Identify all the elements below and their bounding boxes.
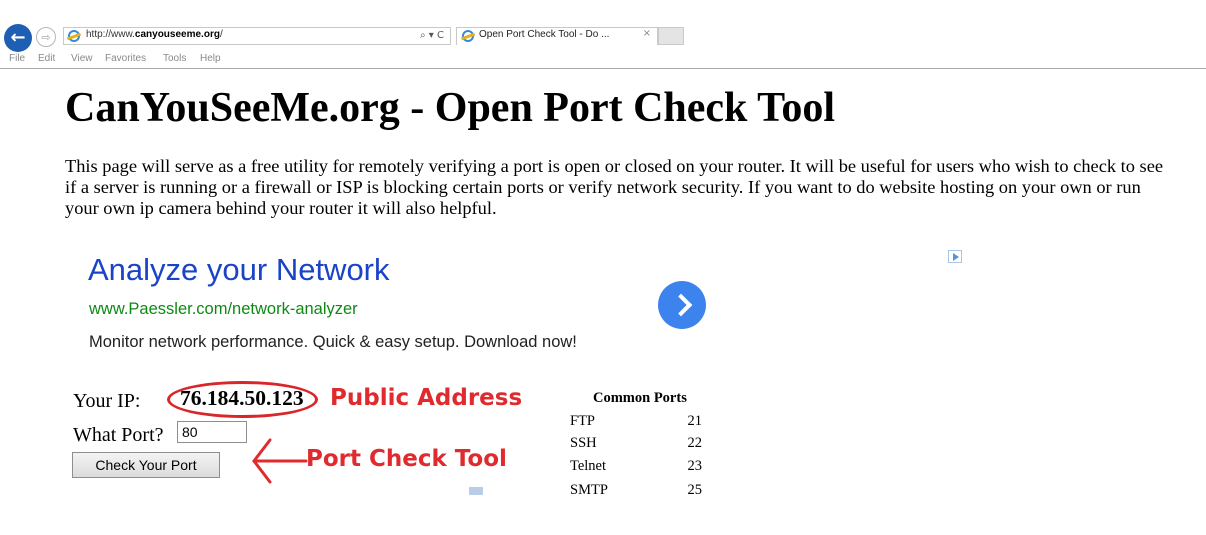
url-text[interactable]: http://www.canyouseeme.org/: [86, 29, 223, 40]
port-name: FTP: [570, 413, 595, 429]
ad-description: Monitor network performance. Quick & eas…: [89, 333, 577, 351]
page-title: CanYouSeeMe.org - Open Port Check Tool: [65, 85, 835, 131]
intro-text: This page will serve as a free utility f…: [65, 156, 1164, 218]
forward-button[interactable]: ⇨: [36, 27, 56, 47]
close-tab-icon[interactable]: ×: [643, 28, 651, 39]
port-row: Telnet 23: [570, 458, 702, 480]
adchoices-icon[interactable]: [948, 250, 962, 263]
port-number: 25: [687, 482, 703, 495]
common-ports-table: FTP 21 SSH 22 Telnet 23 SMTP 25: [570, 410, 720, 495]
ip-highlight-circle: [167, 381, 318, 418]
url-prefix: http://www.: [86, 29, 135, 40]
tab-ie-icon: [462, 30, 474, 42]
common-ports-title: Common Ports: [593, 390, 687, 406]
tab-open-port-check[interactable]: Open Port Check Tool - Do ... ×: [456, 27, 658, 45]
port-row: SMTP 25: [570, 482, 702, 495]
adchoices-small-icon[interactable]: [469, 487, 483, 495]
ad-headline[interactable]: Analyze your Network: [88, 252, 390, 288]
menu-file[interactable]: File: [9, 53, 25, 64]
port-row: SSH 22: [570, 435, 702, 457]
port-row: FTP 21: [570, 413, 702, 435]
port-check-tool-annotation: Port Check Tool: [306, 446, 507, 472]
port-number: 22: [687, 435, 703, 451]
address-bar[interactable]: http://www.canyouseeme.org/ ⌕ ▾ C: [63, 27, 451, 45]
port-name: Telnet: [570, 458, 607, 474]
menu-favorites[interactable]: Favorites: [105, 53, 146, 64]
ad-go-arrow-icon[interactable]: [658, 281, 706, 329]
back-button[interactable]: ←: [4, 24, 32, 52]
annotation-arrow-icon: [252, 438, 308, 484]
tab-title: Open Port Check Tool - Do ...: [479, 29, 610, 40]
port-name: SMTP: [570, 482, 608, 495]
new-tab-button[interactable]: [658, 27, 684, 45]
port-number: 23: [687, 458, 703, 474]
menu-help[interactable]: Help: [200, 53, 221, 64]
search-refresh-icons[interactable]: ⌕ ▾ C: [420, 28, 444, 44]
port-label: What Port?: [73, 424, 164, 446]
url-suffix: /: [219, 29, 223, 40]
check-port-button[interactable]: Check Your Port: [72, 452, 220, 478]
menu-edit[interactable]: Edit: [38, 53, 55, 64]
menu-view[interactable]: View: [71, 53, 93, 64]
ad-url[interactable]: www.Paessler.com/network-analyzer: [89, 300, 358, 319]
menu-tools[interactable]: Tools: [163, 53, 186, 64]
ie-icon: [68, 30, 80, 42]
your-ip-label: Your IP:: [73, 390, 141, 412]
url-domain: canyouseeme.org: [134, 29, 220, 40]
port-input[interactable]: [177, 421, 247, 443]
browser-chrome: ← ⇨ http://www.canyouseeme.org/ ⌕ ▾ C Op…: [0, 0, 1206, 69]
public-address-annotation: Public Address: [330, 385, 523, 411]
port-name: SSH: [570, 435, 597, 451]
port-number: 21: [687, 413, 703, 429]
